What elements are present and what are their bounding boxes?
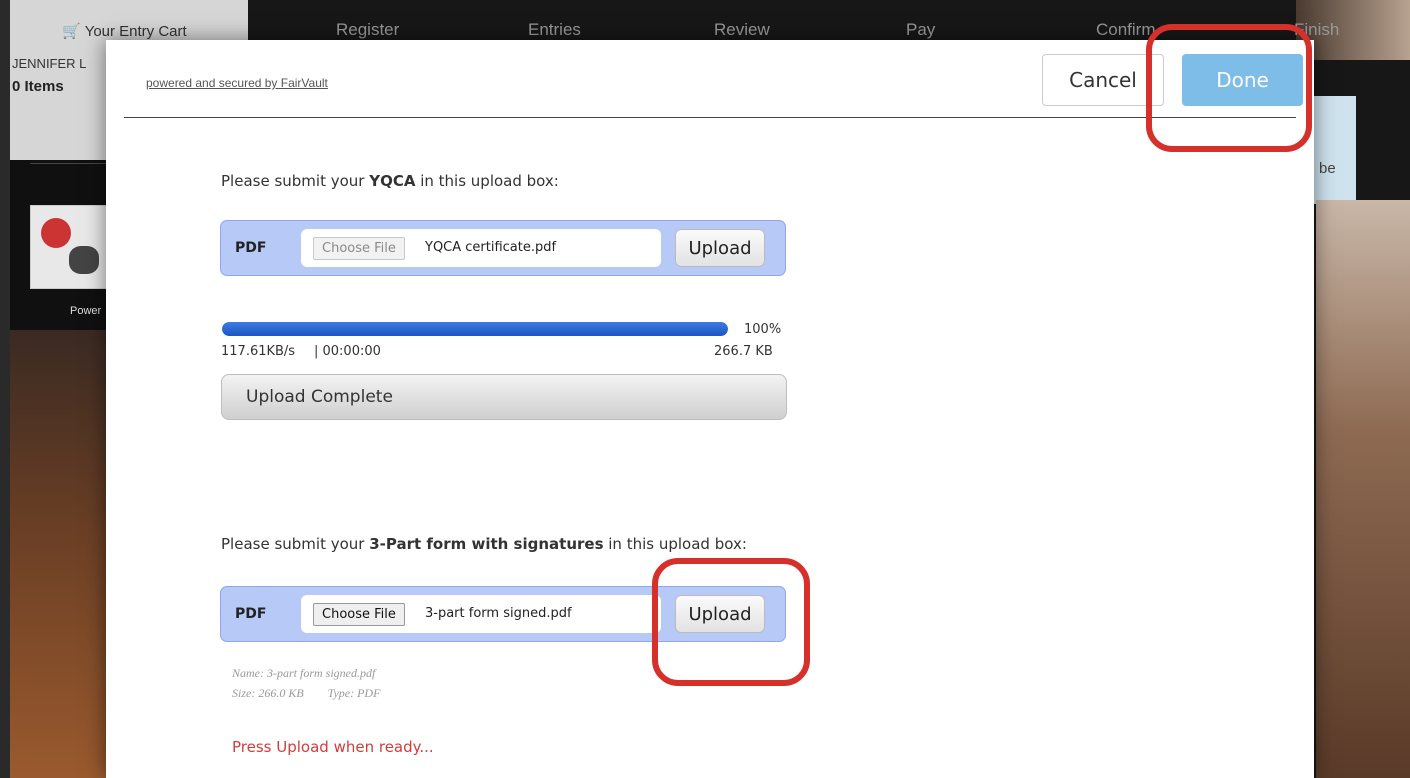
- fairvault-link[interactable]: powered and secured by FairVault: [146, 76, 328, 90]
- file-meta-size: Size: 266.0 KB: [232, 686, 304, 700]
- cart-powered-text: Power: [70, 305, 102, 317]
- modal-header: powered and secured by FairVault Cancel …: [124, 40, 1303, 118]
- file-type-label: PDF: [235, 240, 267, 256]
- file-meta-type: Type: PDF: [327, 686, 381, 700]
- logo-shape: [69, 246, 99, 274]
- step-finish: Finish: [1294, 20, 1340, 39]
- step-entries: Entries: [528, 20, 581, 39]
- threepart-upload-box: PDF Choose File 3-part form signed.pdf U…: [220, 586, 786, 642]
- threepart-choose-file-button[interactable]: Choose File: [313, 603, 405, 626]
- yqca-upload-box: PDF Choose File YQCA certificate.pdf Upl…: [220, 220, 786, 276]
- cart-user-name: JENNIFER L: [12, 56, 87, 71]
- step-confirm: Confirm: [1096, 20, 1156, 39]
- yqca-file-field: Choose File YQCA certificate.pdf: [301, 229, 661, 267]
- bg-text-fragment: be: [1319, 160, 1336, 177]
- cart-title[interactable]: 🛒 Your Entry Cart: [62, 22, 187, 40]
- step-review: Review: [714, 20, 770, 39]
- cart-item-count: 0 Items: [12, 78, 64, 95]
- step-register: Register: [336, 20, 400, 39]
- yqca-choose-file-button[interactable]: Choose File: [313, 237, 405, 260]
- left-edge-strip: [0, 0, 10, 778]
- file-meta-details: Size: 266.0 KB Type: PDF: [232, 686, 380, 701]
- cart-icon: 🛒: [62, 23, 81, 40]
- upload-modal: powered and secured by FairVault Cancel …: [106, 40, 1314, 778]
- upload-complete-status: Upload Complete: [221, 374, 787, 420]
- file-meta-name: Name: 3-part form signed.pdf: [232, 666, 376, 680]
- threepart-file-field: Choose File 3-part form signed.pdf: [301, 595, 661, 633]
- progress-percent: 100%: [744, 322, 782, 337]
- upload-ready-message: Press Upload when ready...: [232, 738, 434, 756]
- upload-time: | 00:00:00: [314, 344, 381, 359]
- yqca-file-name: YQCA certificate.pdf: [425, 240, 557, 255]
- yqca-progress-bar: [222, 322, 728, 336]
- progress-fill: [222, 322, 728, 336]
- threepart-prompt: Please submit your 3-Part form with sign…: [221, 535, 747, 553]
- file-type-label: PDF: [235, 606, 267, 622]
- threepart-upload-button[interactable]: Upload: [675, 595, 765, 633]
- yqca-prompt: Please submit your YQCA in this upload b…: [221, 172, 559, 190]
- upload-size: 266.7 KB: [714, 344, 773, 359]
- cancel-button[interactable]: Cancel: [1042, 54, 1164, 106]
- upload-speed: 117.61KB/s: [221, 344, 296, 359]
- step-pay: Pay: [906, 20, 936, 39]
- progress-steps: Register Entries Review Pay Confirm Fini…: [248, 0, 1410, 40]
- done-button[interactable]: Done: [1182, 54, 1303, 106]
- bg-photo: [1316, 200, 1410, 778]
- fair-logo-image: [30, 205, 108, 289]
- threepart-file-name: 3-part form signed.pdf: [425, 606, 572, 621]
- yqca-upload-button[interactable]: Upload: [675, 229, 765, 267]
- logo-shape: [41, 218, 71, 248]
